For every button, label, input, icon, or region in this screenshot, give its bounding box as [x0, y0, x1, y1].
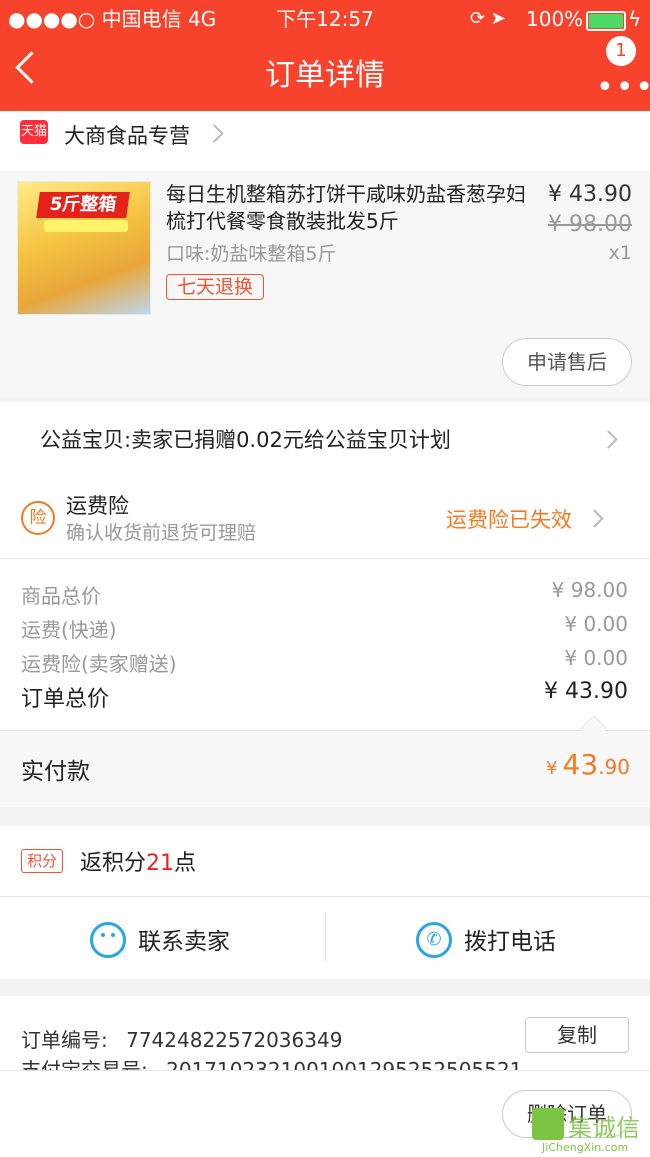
paid-decimal: .90: [598, 755, 630, 779]
insurance-fee-value: ¥ 0.00: [564, 646, 628, 670]
product-thumbnail[interactable]: 5斤整箱: [17, 181, 151, 315]
battery-icon: [586, 11, 626, 31]
paid-integer: 43: [562, 748, 599, 781]
product-title[interactable]: 每日生机整箱苏打饼干咸味奶盐香葱孕妇梳打代餐零食散装批发5斤: [166, 181, 534, 235]
shop-name[interactable]: 大商食品专营: [64, 120, 190, 150]
lock-icon: ⟳ ➤: [470, 8, 506, 29]
insurance-status[interactable]: 运费险已失效: [446, 504, 572, 534]
insurance-icon: 险: [21, 501, 55, 535]
order-number: 77424822572036349: [126, 1028, 343, 1052]
points-text: 返积分21点: [80, 845, 196, 877]
insurance-title: 运费险: [66, 494, 129, 518]
charging-icon: ϟ: [628, 7, 642, 31]
goods-total-label: 商品总价: [21, 584, 101, 608]
order-total-value: ¥ 43.90: [544, 679, 628, 704]
thumb-strip: [44, 220, 128, 232]
watermark-logo-icon: [532, 1108, 564, 1140]
page-title: 订单详情: [265, 58, 385, 93]
divider: [0, 558, 650, 559]
call-button[interactable]: 拨打电话: [464, 922, 556, 956]
thumb-label: 5斤整箱: [36, 192, 130, 218]
insurance-fee-label: 运费险(卖家赠送): [21, 652, 177, 676]
charity-text: 公益宝贝:卖家已捐赠0.02元给公益宝贝计划: [40, 428, 451, 452]
product-flavor: 口味:奶盐味整箱5斤: [166, 243, 337, 265]
trade-number-row: 支付宝交易号: 2017102321001001295252505521: [21, 1060, 522, 1070]
top-bar: ●●●●○ 中国电信 4G 下午12:57 ⟳ ➤ 100% ϟ 订单详情 ••…: [0, 0, 650, 111]
message-badge[interactable]: 1: [606, 36, 636, 66]
return-policy-badge: 七天退换: [166, 274, 264, 300]
watermark-url: JiChengXin.com: [542, 1141, 629, 1154]
order-number-row: 订单编号: 77424822572036349: [21, 1024, 342, 1053]
watermark-text: 集诚信: [568, 1114, 640, 1142]
more-icon[interactable]: •••: [596, 70, 650, 105]
paid-label: 实付款: [21, 759, 90, 785]
after-sale-button[interactable]: 申请售后: [502, 338, 632, 386]
chat-icon[interactable]: [90, 922, 126, 958]
points-amount: 21: [146, 851, 175, 876]
order-total-label: 订单总价: [21, 687, 110, 712]
copy-button[interactable]: 复制: [525, 1017, 629, 1053]
points-suffix: 点: [174, 851, 197, 876]
order-number-label: 订单编号:: [21, 1028, 108, 1052]
insurance-subtitle: 确认收货前退货可理赔: [66, 522, 257, 544]
battery-percent: 100%: [526, 7, 584, 31]
trade-number: 2017102321001001295252505521: [166, 1060, 522, 1070]
trade-row-clip: 支付宝交易号: 2017102321001001295252505521: [0, 1060, 650, 1070]
trade-number-label: 支付宝交易号:: [21, 1060, 148, 1070]
shipping-value: ¥ 0.00: [564, 612, 628, 636]
goods-total-value: ¥ 98.00: [551, 578, 628, 602]
paid-amount: ¥ 43.90: [540, 748, 630, 781]
points-icon: 积分: [21, 849, 63, 873]
shipping-label: 运费(快递): [21, 618, 117, 642]
divider: [325, 912, 326, 962]
phone-icon[interactable]: ✆: [416, 922, 452, 958]
contact-seller-button[interactable]: 联系卖家: [138, 922, 230, 956]
tmall-icon: 天猫: [20, 120, 48, 144]
points-prefix: 返积分: [80, 851, 147, 876]
paid-currency: ¥: [546, 758, 558, 779]
watermark: 集诚信 JiChengXin.com: [532, 1108, 648, 1154]
product-price: ¥ 43.90: [548, 182, 632, 207]
product-quantity: x1: [608, 242, 632, 264]
product-original-price: ¥ 98.00: [548, 212, 632, 237]
